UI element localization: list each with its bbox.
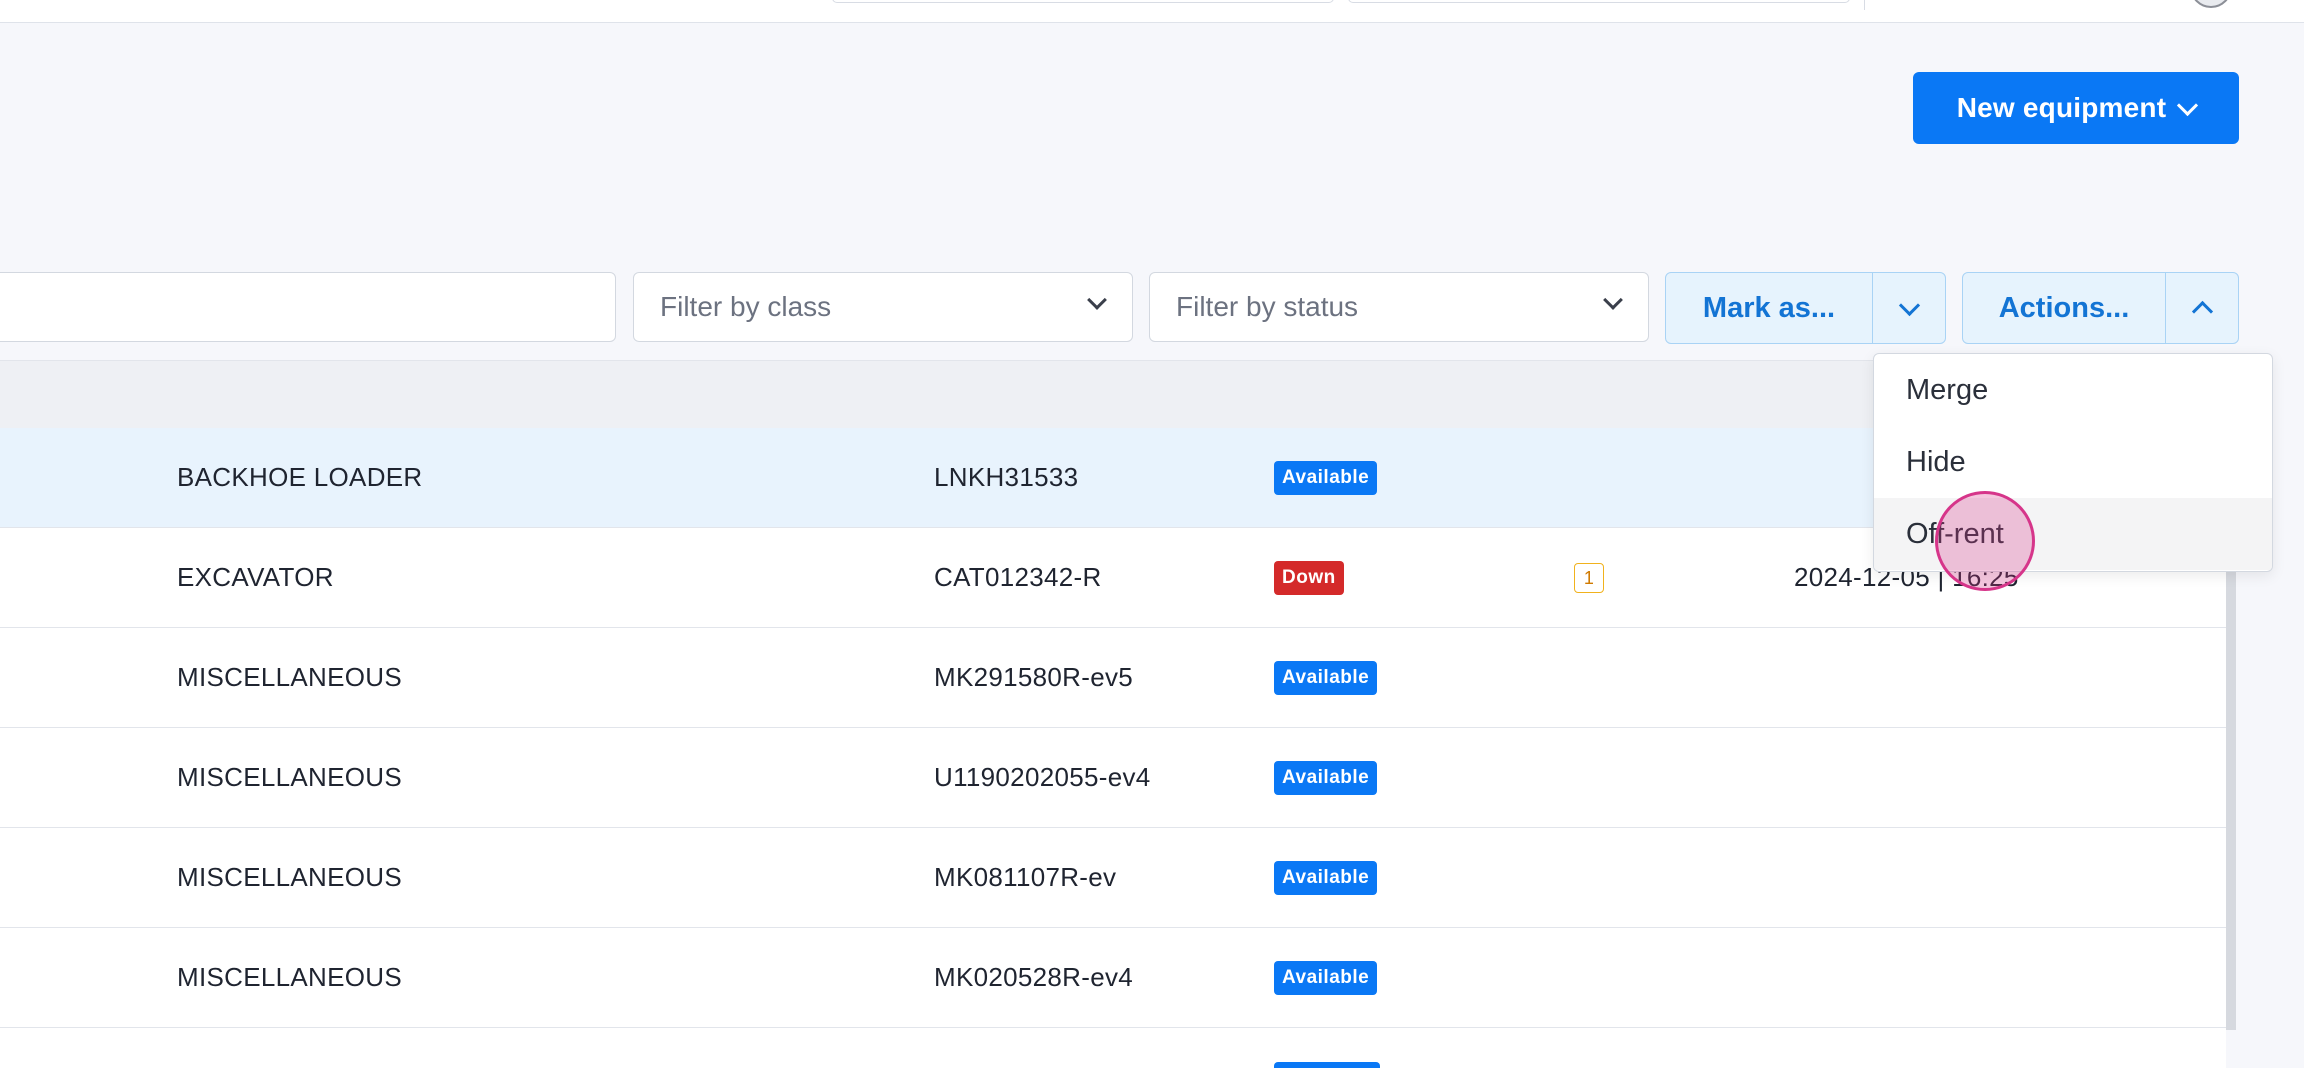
actions-label: Actions...: [1998, 291, 2130, 324]
status-badge: Available: [1274, 460, 1378, 495]
top-bar-divider: [1864, 0, 1865, 10]
chevron-up-icon: [2191, 300, 2213, 322]
cell-serial: LNKH31533: [934, 462, 1079, 492]
cell-class: EXCAVATOR: [177, 562, 334, 592]
status-badge: Available: [1274, 960, 1378, 995]
status-badge: Available: [1274, 660, 1378, 695]
menu-item-hide[interactable]: Hide: [1874, 426, 2272, 498]
table-row[interactable]: MISCELLANEOUS MK081107R-ev Available: [0, 828, 2226, 928]
menu-item-off-rent[interactable]: Off-rent: [1874, 498, 2272, 570]
cell-count: 1: [1574, 528, 1604, 627]
cell-serial: CAT012342-R: [934, 562, 1102, 592]
chevron-down-icon: [1603, 290, 1623, 310]
cell-class: BACKHOE LOADER: [177, 462, 423, 492]
status-badge: Available: [1274, 860, 1378, 895]
avatar[interactable]: [2190, 0, 2232, 8]
count-badge: 1: [1574, 562, 1604, 593]
top-bar-search-input[interactable]: [832, 0, 1334, 3]
cell-status: Available: [1274, 928, 1378, 1027]
status-badge: Down: [1274, 560, 1344, 595]
actions-menu: Merge Hide Off-rent: [1873, 353, 2273, 572]
table-scrollbar[interactable]: [2226, 560, 2236, 1030]
menu-item-label: Hide: [1906, 445, 1966, 478]
cell-status: Available: [1274, 728, 1378, 827]
mark-as-split-button: Mark as...: [1665, 272, 1946, 344]
cell-serial: MK081107R-ev: [934, 862, 1117, 892]
top-bar: [0, 0, 2304, 23]
top-bar-select[interactable]: [1348, 0, 1850, 3]
actions-toggle[interactable]: [2166, 273, 2238, 343]
cell-class: MISCELLANEOUS: [177, 662, 402, 692]
menu-item-label: Off-rent: [1906, 517, 2004, 550]
cell-class: MISCELLANEOUS: [177, 862, 402, 892]
filter-by-class-select[interactable]: Filter by class: [633, 272, 1133, 342]
cell-serial: U1190202055-ev4: [934, 762, 1151, 792]
menu-item-label: Merge: [1906, 373, 1989, 406]
mark-as-toggle[interactable]: [1873, 273, 1945, 343]
filter-by-status-select[interactable]: Filter by status: [1149, 272, 1649, 342]
cell-class: MISCELLANEOUS: [177, 762, 402, 792]
filter-by-class-placeholder: Filter by class: [660, 291, 832, 322]
table-row[interactable]: MISCELLANEOUS U1190202055-ev4 Available: [0, 728, 2226, 828]
cell-status: Available: [1274, 828, 1378, 927]
menu-item-merge[interactable]: Merge: [1874, 354, 2272, 426]
filter-by-status-placeholder: Filter by status: [1176, 291, 1359, 322]
mark-as-label: Mark as...: [1702, 291, 1836, 324]
mark-as-button[interactable]: Mark as...: [1666, 273, 1873, 343]
cell-serial: MK291580R-ev5: [934, 662, 1134, 692]
status-badge: Available: [1274, 760, 1378, 795]
equipment-page: New equipment Filter by class Filter by …: [0, 0, 2304, 1068]
table-row[interactable]: MISCELLANEOUS MK020528R-ev4 Available: [0, 928, 2226, 1028]
table-row-partial[interactable]: [0, 1028, 2226, 1068]
chevron-down-icon: [2177, 94, 2199, 116]
actions-split-button: Actions...: [1962, 272, 2239, 344]
chevron-down-icon: [1898, 294, 1920, 316]
cell-serial: MK020528R-ev4: [934, 962, 1134, 992]
table-row[interactable]: MISCELLANEOUS MK291580R-ev5 Available: [0, 628, 2226, 728]
actions-button[interactable]: Actions...: [1963, 273, 2166, 343]
cell-status: Available: [1274, 628, 1378, 727]
chevron-down-icon: [1087, 290, 1107, 310]
status-badge-partial: [1274, 1062, 1380, 1068]
search-input[interactable]: [0, 272, 616, 342]
new-equipment-button[interactable]: New equipment: [1913, 72, 2239, 144]
cell-class: MISCELLANEOUS: [177, 962, 402, 992]
cell-status: Available: [1274, 428, 1378, 527]
cell-status: Down: [1274, 528, 1344, 627]
new-equipment-label: New equipment: [1956, 92, 2167, 123]
